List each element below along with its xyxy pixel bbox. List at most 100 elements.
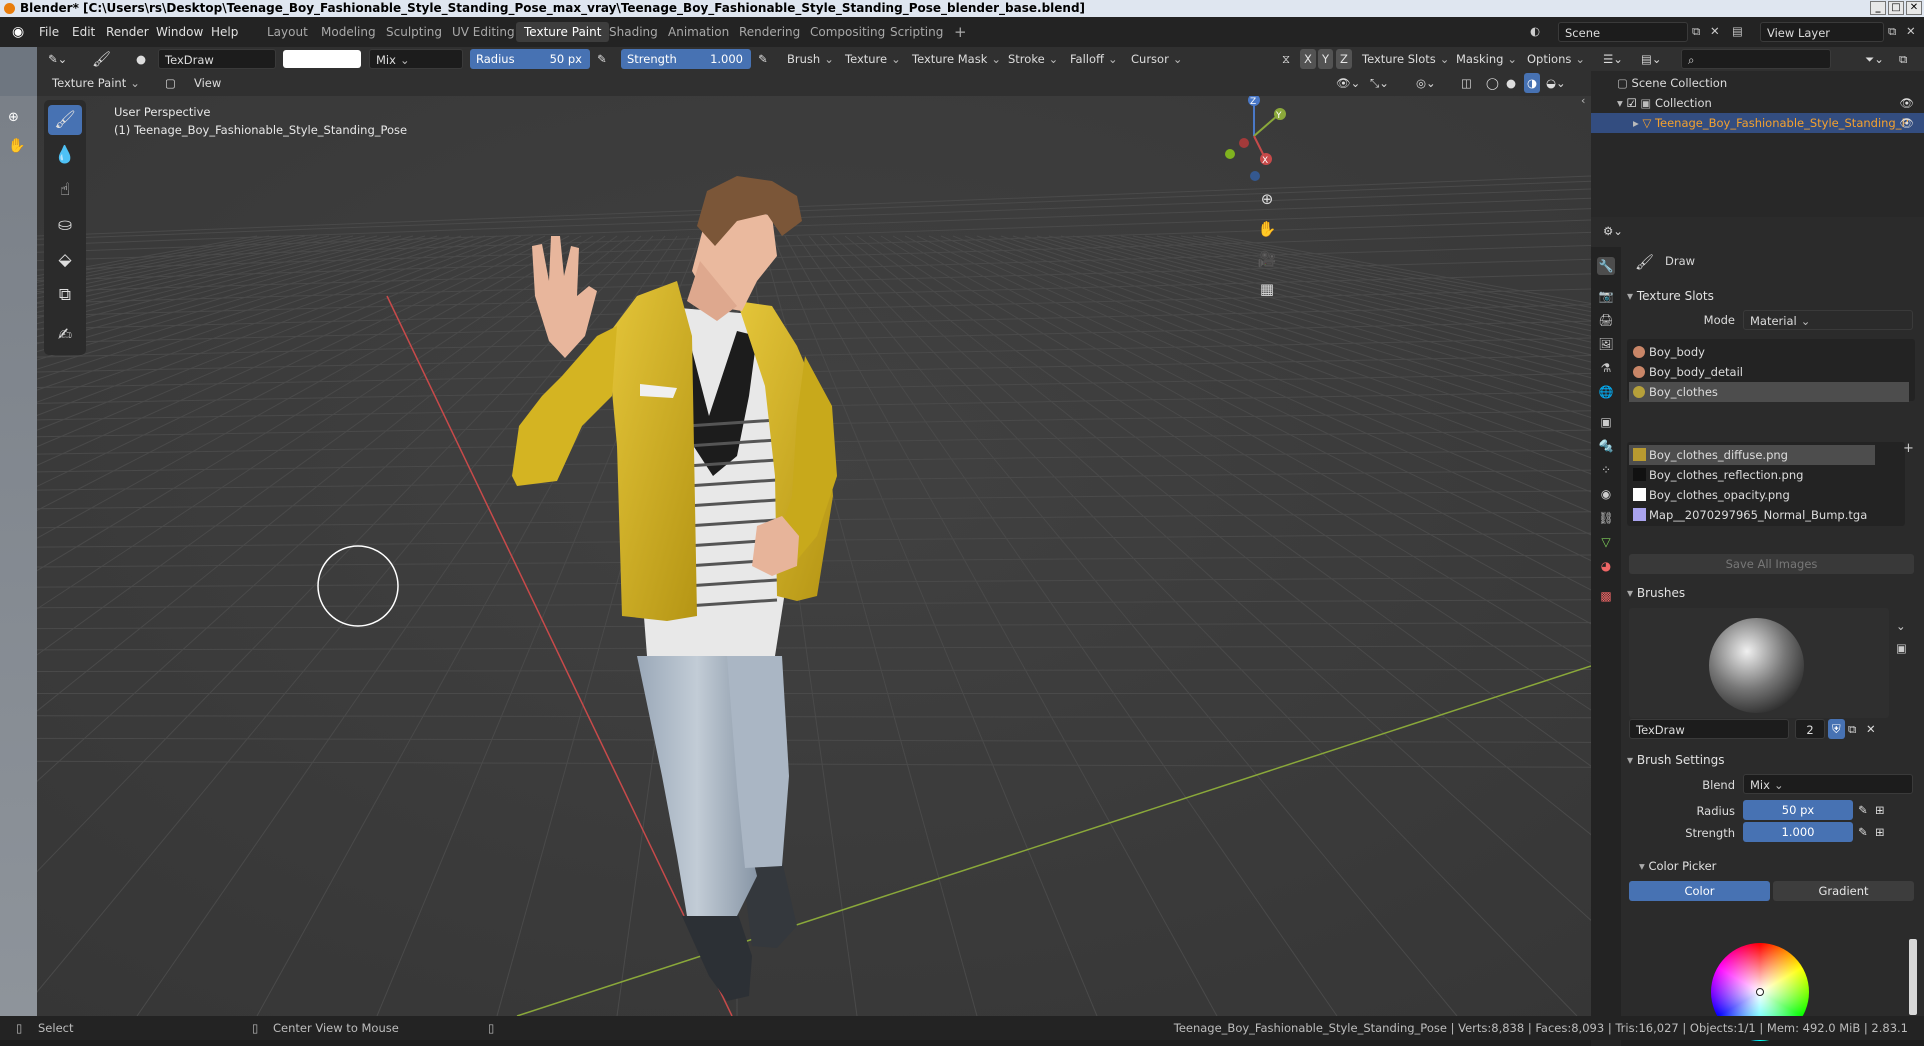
brush-color-swatch[interactable] — [283, 50, 361, 68]
outliner-collection[interactable]: ▾ ☑ ▣ Collection 👁 — [1591, 93, 1924, 113]
save-all-images-button[interactable]: Save All Images — [1629, 554, 1914, 574]
outliner-object-row[interactable]: ▸ ▽ Teenage_Boy_Fashionable_Style_Standi… — [1591, 113, 1924, 133]
view-layer-tab-icon[interactable]: 🖼 — [1597, 335, 1615, 353]
gizmo-neg-y-handle[interactable] — [1225, 149, 1235, 159]
xray-icon[interactable]: ◫ — [1461, 73, 1472, 93]
brush-radius-slider[interactable]: 50 px — [1743, 800, 1853, 820]
image-slot-reflection[interactable]: Boy_clothes_reflection.png — [1629, 465, 1875, 485]
visibility-icon[interactable]: 👁⌄ — [1336, 73, 1360, 93]
outliner-search-input[interactable]: ⌕ — [1681, 49, 1831, 69]
radius-pressure-icon[interactable]: ✎ — [597, 49, 607, 69]
outliner-editor-type-icon[interactable]: ☰⌄ — [1603, 49, 1623, 69]
menu-texture-slots[interactable]: Texture Slots — [1362, 49, 1449, 69]
strength-pressure-icon[interactable]: ✎ — [1858, 822, 1868, 842]
brush-settings-header[interactable]: Brush Settings — [1627, 749, 1725, 771]
radius-unit-icon[interactable]: ⊞ — [1875, 800, 1885, 820]
filter-icon[interactable]: ⏷⌄ — [1865, 49, 1884, 69]
display-mode-icon[interactable]: ▤⌄ — [1641, 49, 1662, 69]
new-view-layer-icon[interactable]: ⧉ — [1888, 24, 1896, 39]
material-slot-boy-clothes[interactable]: Boy_clothes — [1629, 382, 1909, 402]
scene-icon[interactable]: ◐ — [1530, 24, 1540, 38]
rendered-shading-icon[interactable]: ◒⌄ — [1546, 73, 1566, 93]
tab-shading[interactable]: Shading — [601, 22, 666, 42]
annotate-tool-icon[interactable]: ✍ — [48, 320, 82, 350]
menu-texture-mask[interactable]: Texture Mask — [912, 49, 1001, 69]
brush-name-field[interactable]: TexDraw — [158, 49, 276, 69]
gradient-tab[interactable]: Gradient — [1773, 881, 1914, 901]
material-shading-icon[interactable]: ◑ — [1524, 73, 1541, 93]
brush-strength-slider[interactable]: 1.000 — [1743, 822, 1853, 842]
image-slot-opacity[interactable]: Boy_clothes_opacity.png — [1629, 485, 1875, 505]
image-slot-diffuse[interactable]: Boy_clothes_diffuse.png — [1629, 445, 1875, 465]
sidebar-toggle-chevron-icon[interactable]: ‹ — [1581, 96, 1585, 107]
brushes-header[interactable]: Brushes — [1627, 582, 1685, 604]
add-texture-slot-icon[interactable]: + — [1903, 441, 1914, 456]
outliner-scene-collection[interactable]: ▢ Scene Collection — [1591, 73, 1924, 93]
brush-menu-chevron-icon[interactable]: ⌄ — [1896, 619, 1906, 633]
fake-user-shield-icon[interactable]: ⛨ — [1828, 719, 1845, 739]
output-tab-icon[interactable]: 🖨 — [1597, 311, 1615, 329]
brush-users-count[interactable]: 2 — [1795, 719, 1825, 739]
tool-tab-icon[interactable]: 🔧 — [1597, 257, 1615, 275]
blend-dropdown[interactable]: Mix — [1743, 774, 1913, 794]
modifier-tab-icon[interactable]: 🔩 — [1597, 437, 1615, 455]
mask-tool-icon[interactable]: ⧉ — [48, 280, 82, 310]
menu-falloff[interactable]: Falloff — [1070, 49, 1118, 69]
view-layer-icon[interactable]: ▤ — [1732, 24, 1743, 38]
tool-settings-icon[interactable]: ✎⌄ — [48, 49, 67, 69]
color-tab[interactable]: Color — [1629, 881, 1770, 901]
mode-dropdown[interactable]: Texture Paint — [52, 73, 140, 93]
mirror-z-toggle[interactable]: Z — [1336, 49, 1352, 69]
blend-mode-dropdown[interactable]: Mix — [369, 49, 463, 69]
gizmo-neg-z-handle[interactable] — [1250, 171, 1260, 181]
properties-scrollbar[interactable] — [1909, 939, 1917, 1015]
solid-shading-icon[interactable]: ● — [1506, 73, 1516, 93]
menu-window[interactable]: Window — [156, 17, 203, 47]
object-visibility-eye-icon[interactable]: 👁 — [1899, 113, 1914, 133]
ortho-grid-icon[interactable]: ▦ — [1254, 276, 1280, 302]
unlink-brush-icon[interactable]: ✕ — [1866, 719, 1876, 739]
strength-slider[interactable]: Strength 1.000 — [621, 49, 751, 69]
constraints-tab-icon[interactable]: ⛓ — [1597, 509, 1615, 527]
texture-tab-icon[interactable]: ▩ — [1597, 587, 1615, 605]
minimize-button[interactable]: _ — [1870, 1, 1886, 15]
color-picker-header[interactable]: Color Picker — [1639, 855, 1716, 877]
brush-browse-icon[interactable]: ▣ — [1896, 641, 1907, 655]
brush-preview-area[interactable] — [1629, 608, 1889, 718]
duplicate-brush-icon[interactable]: ⧉ — [1848, 719, 1856, 739]
menu-file[interactable]: File — [39, 17, 59, 47]
smear-tool-icon[interactable]: ☝ — [48, 175, 82, 205]
radius-pressure-icon[interactable]: ✎ — [1858, 800, 1868, 820]
soften-tool-icon[interactable]: 💧 — [48, 140, 82, 170]
slot-mode-dropdown[interactable]: Material — [1743, 310, 1913, 330]
physics-tab-icon[interactable]: ◉ — [1597, 485, 1615, 503]
material-slot-boy-body-detail[interactable]: Boy_body_detail — [1629, 362, 1909, 382]
tab-texture-paint[interactable]: Texture Paint — [516, 22, 610, 42]
draw-tool-icon[interactable]: 🖌 — [48, 105, 82, 135]
image-slot-normal[interactable]: Map__2070297965_Normal_Bump.tga — [1629, 505, 1875, 525]
close-button[interactable]: ✕ — [1906, 1, 1922, 15]
zoom-side-icon[interactable]: ⊕ — [8, 110, 19, 125]
blender-menu-icon[interactable]: ◉ — [12, 17, 24, 47]
menu-texture[interactable]: Texture — [845, 49, 901, 69]
fill-tool-icon[interactable]: ⬙ — [48, 245, 82, 275]
brush-dot-icon[interactable]: ● — [136, 49, 146, 69]
tab-scripting[interactable]: Scripting — [882, 22, 951, 42]
radius-slider[interactable]: Radius 50 px — [470, 49, 590, 69]
camera-view-icon[interactable]: 🎥 — [1254, 246, 1280, 272]
tab-compositing[interactable]: Compositing — [802, 22, 893, 42]
paint-mask-icon[interactable]: ▢ — [165, 73, 176, 93]
collection-checkbox[interactable]: ☑ — [1626, 96, 1640, 110]
new-scene-icon[interactable]: ⧉ — [1692, 24, 1700, 39]
brush-name-input[interactable]: TexDraw — [1629, 719, 1789, 739]
particles-tab-icon[interactable]: ⁘ — [1597, 461, 1615, 479]
tab-modeling[interactable]: Modeling — [313, 22, 384, 42]
tab-rendering[interactable]: Rendering — [731, 22, 808, 42]
menu-help[interactable]: Help — [211, 17, 238, 47]
tab-animation[interactable]: Animation — [660, 22, 737, 42]
wireframe-shading-icon[interactable]: ◯ — [1486, 73, 1499, 93]
menu-cursor[interactable]: Cursor — [1131, 49, 1182, 69]
new-collection-icon[interactable]: ⧉ — [1899, 49, 1907, 69]
menu-render[interactable]: Render — [106, 17, 149, 47]
pan-side-icon[interactable]: ✋ — [8, 138, 25, 154]
